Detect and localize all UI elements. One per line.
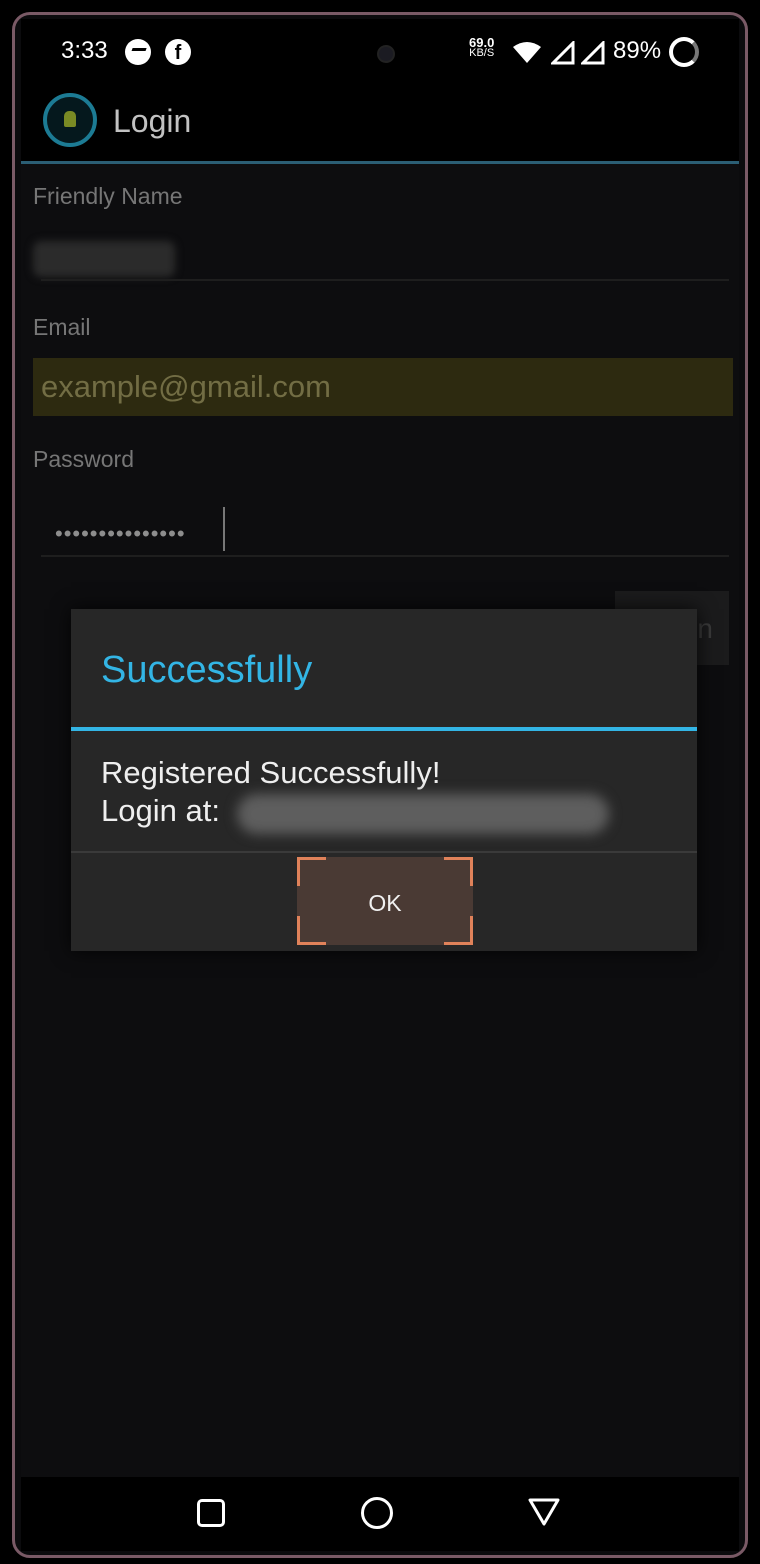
email-field[interactable]: example@gmail.com — [33, 358, 733, 416]
page-title: Login — [113, 103, 192, 139]
friendly-name-label: Friendly Name — [33, 183, 183, 209]
success-dialog: Successfully Registered Successfully! Lo… — [71, 609, 697, 951]
dialog-title: Successfully — [101, 649, 313, 691]
friendly-name-underline — [41, 279, 729, 281]
focus-corner — [297, 857, 326, 886]
ok-button-label: OK — [368, 890, 402, 916]
phone-frame: 3:33 f 69.0 KB/S 89% Login Friendly Name… — [12, 12, 748, 1558]
dialog-message-line2: Login at: — [101, 793, 220, 828]
front-camera — [377, 45, 395, 63]
battery-saver-icon — [669, 37, 699, 67]
recent-apps-icon[interactable] — [197, 1499, 225, 1527]
screen: 3:33 f 69.0 KB/S 89% Login Friendly Name… — [21, 19, 739, 1551]
friendly-name-field[interactable] — [33, 241, 175, 277]
email-label: Email — [33, 314, 91, 340]
home-icon[interactable] — [361, 1497, 393, 1529]
dialog-button-divider — [71, 851, 697, 853]
focus-corner — [297, 916, 326, 945]
focus-corner — [444, 857, 473, 886]
redacted-url — [237, 794, 609, 834]
wifi-icon — [513, 42, 541, 63]
back-icon[interactable] — [527, 1497, 561, 1527]
app-bar: Login — [21, 83, 739, 164]
dialog-message-line1: Registered Successfully! — [101, 755, 441, 790]
network-speed: 69.0 KB/S — [469, 36, 495, 59]
password-label: Password — [33, 446, 134, 472]
dialog-divider — [71, 727, 697, 731]
signal-icon — [551, 41, 575, 65]
android-app-icon[interactable] — [43, 93, 97, 147]
signal-icon — [581, 41, 605, 65]
battery-percent: 89% — [613, 37, 662, 64]
ok-button[interactable]: OK — [297, 857, 473, 945]
messenger-icon — [125, 39, 151, 65]
network-speed-unit: KB/S — [469, 47, 495, 59]
password-underline — [41, 555, 729, 557]
status-time: 3:33 — [61, 37, 108, 64]
password-field[interactable]: ••••••••••••••• — [55, 521, 186, 547]
navigation-bar — [21, 1477, 739, 1551]
status-bar: 3:33 f 69.0 KB/S 89% — [21, 19, 739, 83]
facebook-icon: f — [165, 39, 191, 65]
focus-corner — [444, 916, 473, 945]
text-cursor — [223, 507, 225, 551]
